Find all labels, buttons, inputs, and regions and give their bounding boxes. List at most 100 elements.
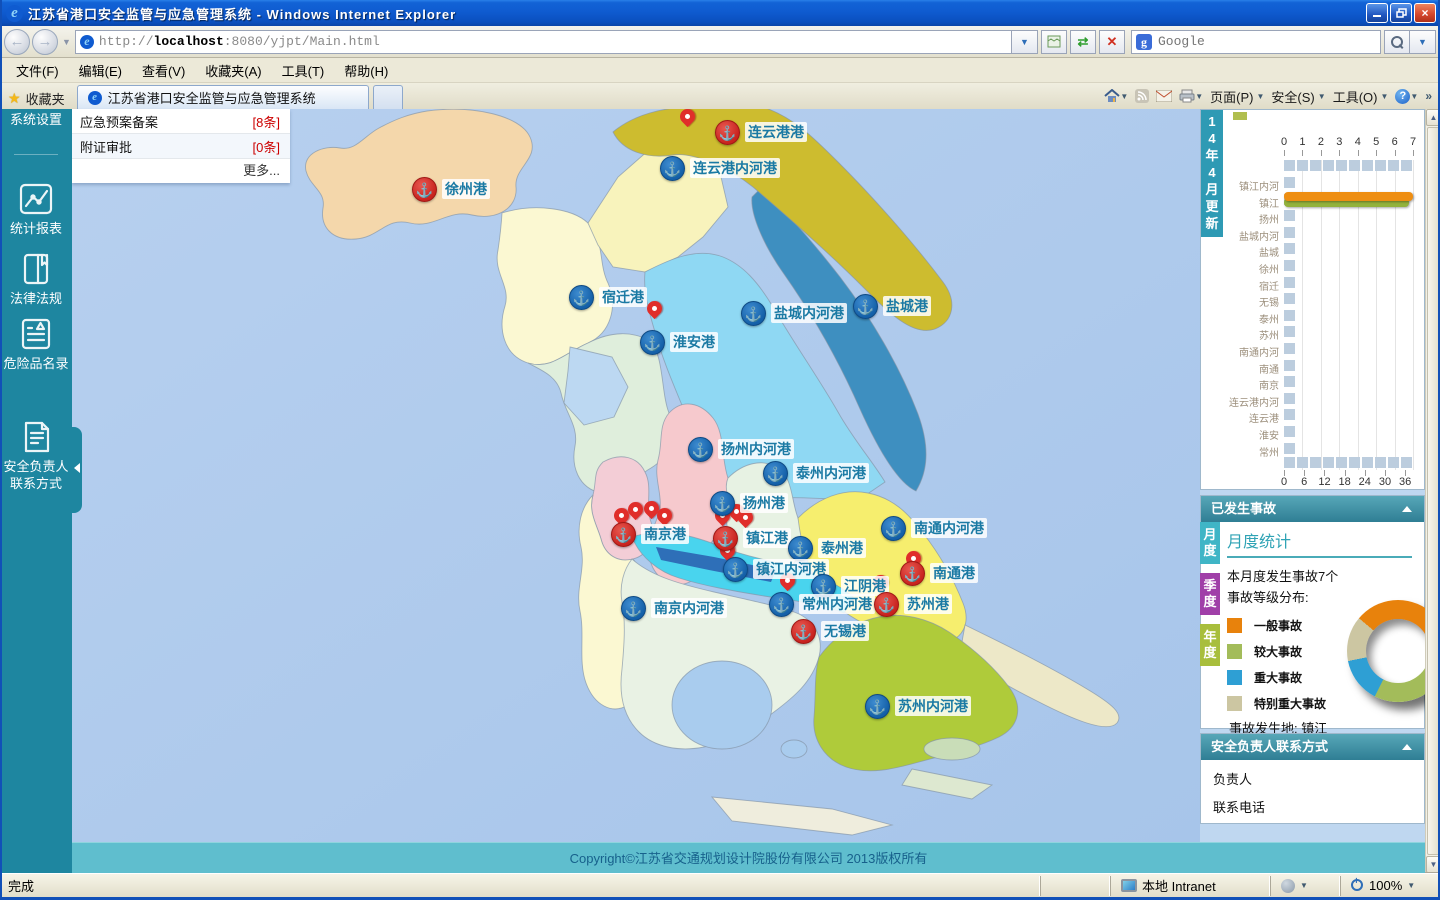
feeds-icon[interactable] (1135, 89, 1149, 103)
bar-stub (1284, 443, 1295, 454)
legend-label: 重大事故 (1254, 669, 1302, 686)
axis-band-top (1284, 160, 1295, 171)
anchor-icon: ⚓ (788, 536, 813, 561)
page-menu-button[interactable]: 页面(P)▼ (1210, 87, 1264, 106)
compatibility-view-button[interactable] (1041, 30, 1067, 54)
monthly-stats-title: 月度统计 (1227, 522, 1420, 552)
zoom-control[interactable]: 100% ▼ (1340, 876, 1440, 896)
sidebar-item-chart[interactable]: 统计报表 (0, 181, 72, 237)
print-icon[interactable]: ▼ (1179, 89, 1203, 103)
bottom-axis-tick-label: 6 (1301, 476, 1307, 488)
sidebar-item-label: 法律法规 (0, 290, 72, 307)
bar-stub (1284, 310, 1295, 321)
window-border-left (0, 0, 2, 900)
bar-category-label: 南通内河 (1203, 344, 1279, 359)
menu-item-3[interactable]: 收藏夹(A) (195, 58, 271, 83)
port-label: 连云港内河港 (690, 158, 780, 178)
more-link[interactable]: 更多... (72, 159, 290, 183)
top-axis-tick (1413, 150, 1414, 156)
book-icon (18, 251, 54, 287)
menu-item-5[interactable]: 帮助(H) (334, 58, 398, 83)
chart-icon (18, 181, 54, 217)
menu-item-2[interactable]: 查看(V) (132, 58, 195, 83)
bar-chart: 01234567镇江内河镇江扬州盐城内河盐城徐州宿迁无锡泰州苏州南通内河南通南京… (1201, 110, 1426, 491)
port-label: 泰州港 (818, 538, 866, 558)
contact-phone-label: 联系电话 (1201, 788, 1424, 816)
axis-band-bottom (1349, 457, 1360, 468)
phishing-filter-control[interactable]: ▼ (1270, 876, 1340, 896)
port-label: 南京港 (641, 524, 689, 544)
anchor-icon: ⚓ (660, 156, 685, 181)
province-map[interactable]: ⚓徐州港⚓连云港港⚓连云港内河港⚓宿迁港⚓淮安港⚓盐城内河港⚓盐城港⚓扬州内河港… (72, 109, 1200, 842)
search-button[interactable] (1384, 30, 1410, 54)
tools-menu-button[interactable]: 工具(O)▼ (1333, 87, 1389, 106)
quick-link-row[interactable]: 应急预案备案[8条] (72, 109, 290, 134)
new-tab-button[interactable] (373, 85, 403, 109)
toolbar-overflow-icon[interactable]: » (1425, 89, 1432, 103)
anchor-icon: ⚓ (741, 301, 766, 326)
url-host: localhost (154, 34, 224, 49)
accidents-panel-body: 月度统计 本月度发生事故7个 事故等级分布: 一般事故较大事故重大事故特别重大事… (1227, 522, 1420, 728)
accidents-panel-header[interactable]: 已发生事故 (1201, 496, 1424, 522)
search-input[interactable] (1158, 34, 1376, 49)
menu-item-4[interactable]: 工具(T) (272, 58, 335, 83)
window-title: 江苏省港口安全监管与应急管理系统 - Windows Internet Expl… (28, 4, 1364, 23)
bottom-axis-tick-label: 36 (1399, 476, 1411, 488)
intranet-icon (1121, 879, 1137, 892)
google-logo-icon: g (1136, 34, 1152, 50)
list-icon (18, 316, 54, 352)
accidents-tab-2[interactable]: 年度 (1200, 624, 1220, 666)
port-label: 淮安港 (670, 332, 718, 352)
forward-button[interactable]: → (32, 29, 58, 55)
grid-line (1413, 160, 1414, 470)
favorites-button[interactable]: ★ 收藏夹 (0, 87, 73, 109)
accidents-tab-1[interactable]: 季度 (1200, 573, 1220, 615)
contact-icon (18, 419, 54, 455)
refresh-button[interactable]: ⇄ (1070, 30, 1096, 54)
url-field[interactable]: e http://localhost:8080/yjpt/Main.html (75, 30, 1012, 54)
sidebar-item-contact[interactable]: 安全负责人联系方式 (0, 419, 72, 513)
anchor-icon: ⚓ (874, 592, 899, 617)
favorites-star-icon: ★ (8, 90, 21, 107)
bar-stub (1284, 376, 1295, 387)
restore-button[interactable] (1390, 3, 1412, 23)
top-axis-tick-label: 2 (1318, 136, 1324, 148)
mail-icon[interactable] (1156, 90, 1172, 102)
bar-stub (1284, 227, 1295, 238)
sidebar-item-gear[interactable]: 系统设置 (0, 111, 72, 135)
port-label: 苏州港 (904, 594, 952, 614)
quick-link-row[interactable]: 附证审批[0条] (72, 134, 290, 159)
bar-series-1 (1284, 192, 1413, 201)
tab-favicon: e (88, 91, 102, 105)
top-axis-tick (1339, 150, 1340, 156)
anchor-icon: ⚓ (723, 557, 748, 582)
active-tab[interactable]: e 江苏省港口安全监管与应急管理系统 (77, 85, 369, 109)
close-button[interactable]: × (1414, 3, 1436, 23)
map-regions-svg (72, 109, 1200, 842)
collapse-arrow-icon[interactable] (1402, 506, 1412, 512)
sidebar-item-label: 危险品名录 (0, 355, 72, 372)
axis-band-bottom (1362, 457, 1373, 468)
accidents-period-tabs: 月度季度年度 (1200, 522, 1220, 675)
sidebar-item-list[interactable]: 危险品名录 (0, 316, 72, 374)
help-icon[interactable]: ?▼ (1395, 89, 1418, 104)
search-options-button[interactable]: ▼ (1410, 30, 1436, 54)
bar-category-label: 连云港 (1203, 410, 1279, 425)
minimize-button[interactable] (1366, 3, 1388, 23)
history-dropdown-icon[interactable]: ▼ (62, 37, 71, 47)
home-icon[interactable]: ▼ (1104, 89, 1128, 103)
back-button[interactable]: ← (4, 29, 30, 55)
contact-panel-header[interactable]: 安全负责人联系方式 (1201, 734, 1424, 760)
url-dropdown-button[interactable]: ▼ (1012, 30, 1038, 54)
menu-item-1[interactable]: 编辑(E) (69, 58, 132, 83)
safety-menu-button[interactable]: 安全(S)▼ (1271, 87, 1325, 106)
bar-stub (1284, 243, 1295, 254)
collapse-arrow-icon[interactable] (1402, 744, 1412, 750)
safety-contact-panel: 安全负责人联系方式 负责人 联系电话 (1200, 733, 1425, 824)
stop-button[interactable]: ✕ (1099, 30, 1125, 54)
sidebar-item-book[interactable]: 法律法规 (0, 251, 72, 307)
accidents-tab-0[interactable]: 月度 (1200, 522, 1220, 564)
menu-item-0[interactable]: 文件(F) (6, 58, 69, 83)
port-label: 镇江港 (743, 528, 791, 548)
zone-label: 本地 Intranet (1142, 876, 1216, 895)
